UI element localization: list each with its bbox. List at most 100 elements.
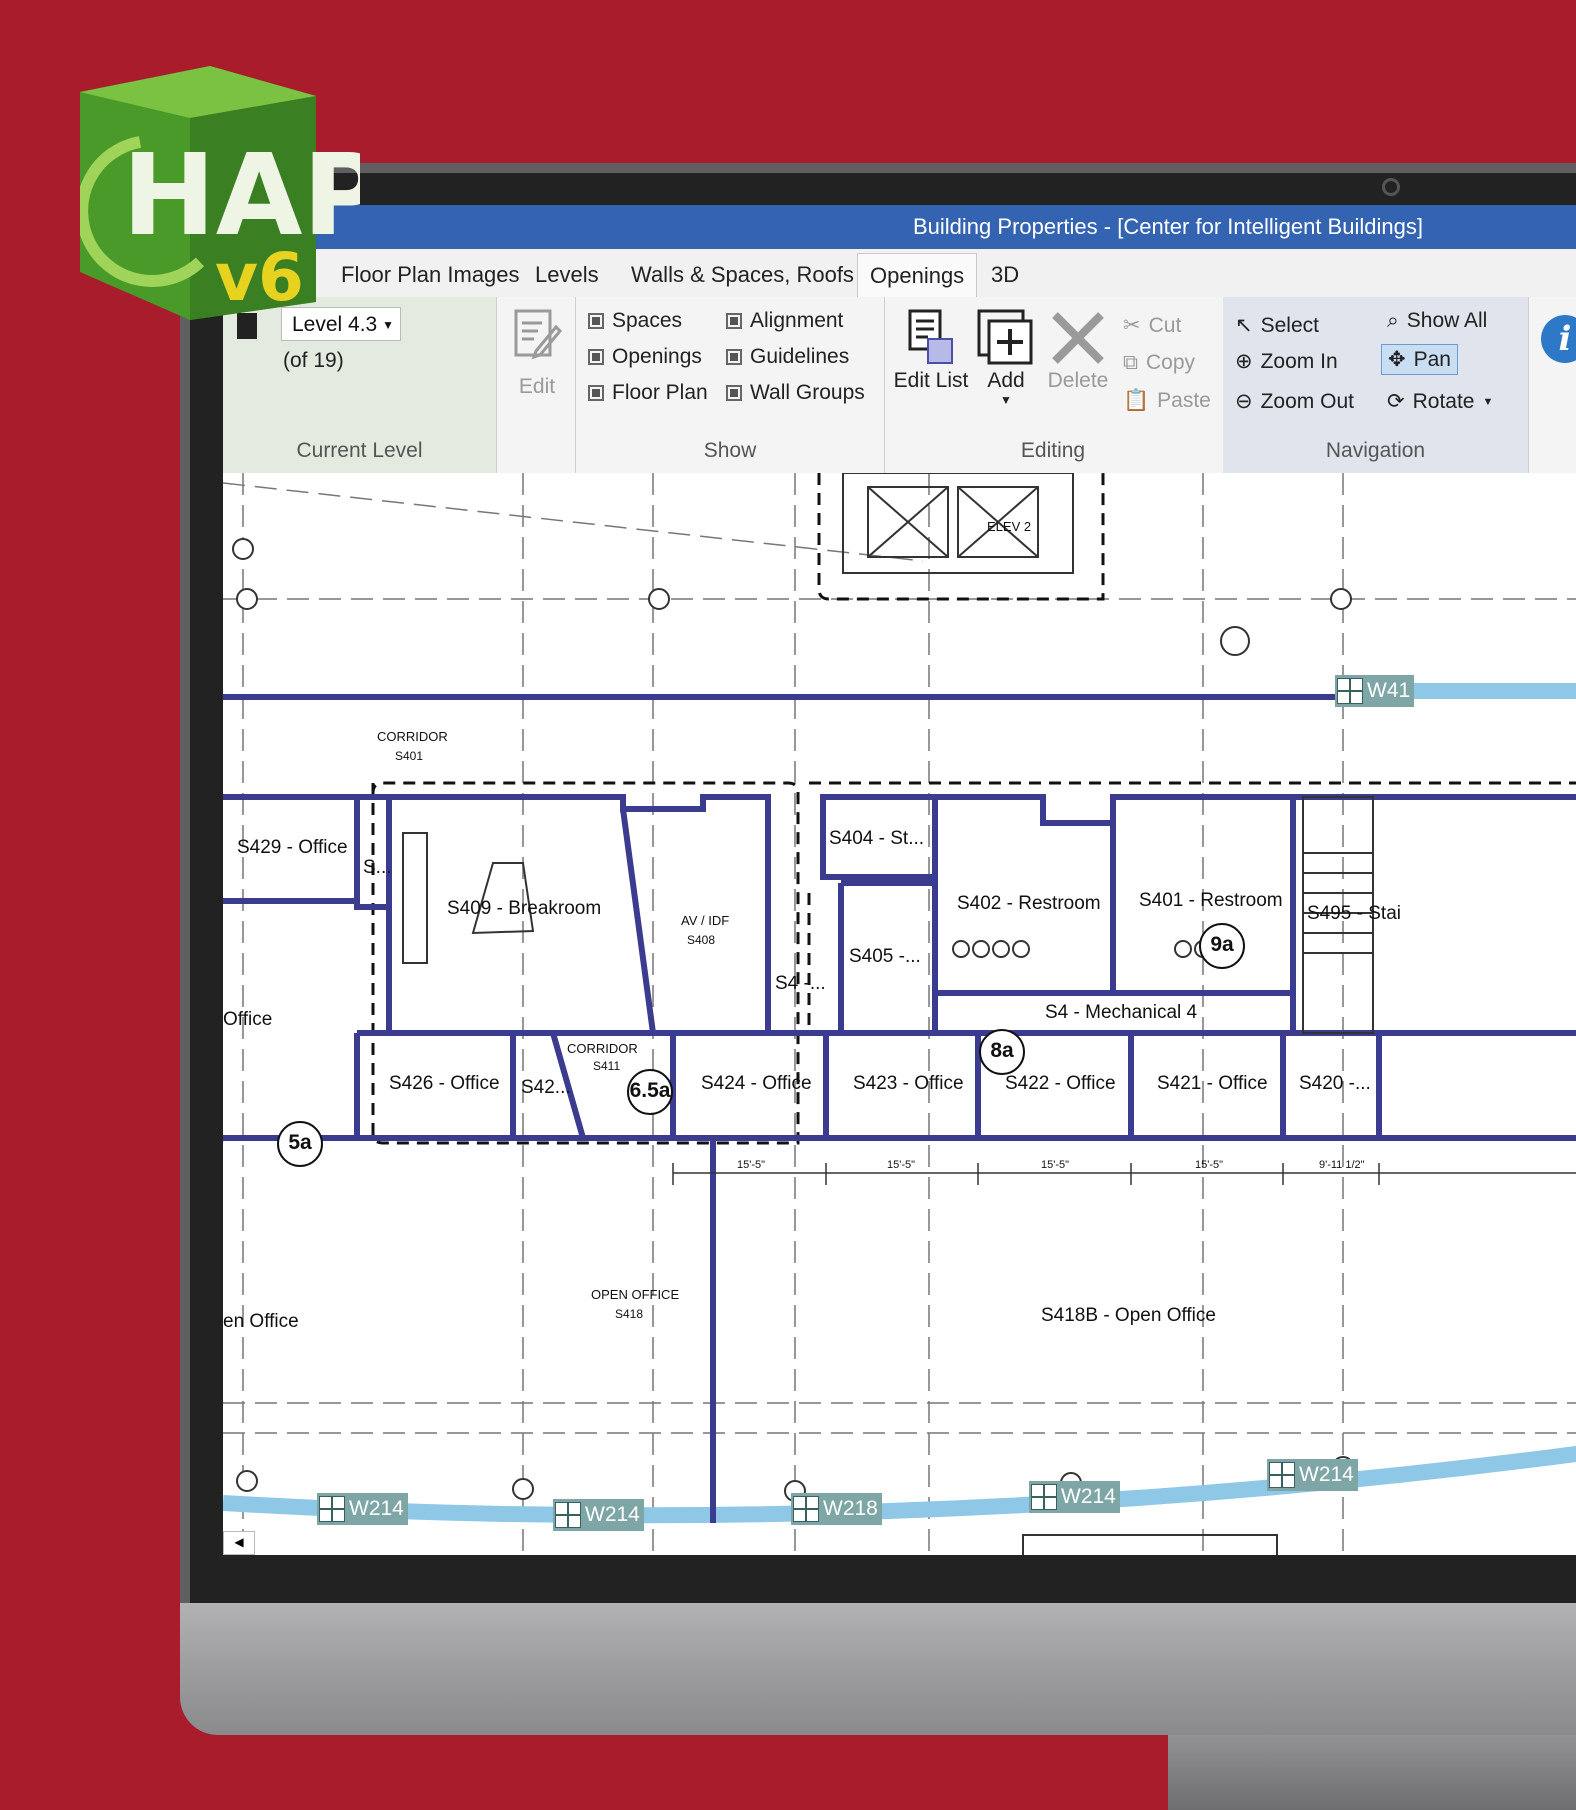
copy-button[interactable]: ⧉ Copy <box>1123 351 1195 375</box>
cad-open-office-label: OPEN OFFICE <box>591 1287 680 1302</box>
room-s401[interactable]: S401 - Restroom <box>1139 890 1283 912</box>
window-label-w218[interactable]: W218 <box>791 1493 882 1525</box>
window-label-w214-2[interactable]: W214 <box>553 1499 644 1531</box>
dimension-2: 15'-5" <box>887 1159 916 1171</box>
window-icon <box>793 1496 819 1522</box>
room-s4-mechanical[interactable]: S4 - Mechanical 4 <box>1045 1002 1197 1024</box>
pointer-icon: ↖ <box>1235 314 1253 337</box>
window-label-text: W214 <box>1299 1463 1354 1486</box>
dimension-4: 15'-5" <box>1195 1159 1224 1171</box>
room-s402[interactable]: S402 - Restroom <box>957 893 1101 915</box>
paste-button[interactable]: 📋 Paste <box>1123 389 1211 413</box>
show-alignment-label: Alignment <box>750 309 844 332</box>
floor-plan-canvas[interactable]: S429 - Office S... S409 - Breakroom S404… <box>223 473 1576 1555</box>
window-label-text: W218 <box>823 1497 878 1520</box>
pan-button[interactable]: ✥ Pan <box>1381 344 1458 375</box>
room-s404[interactable]: S404 - St... <box>829 828 924 850</box>
edit-button[interactable]: Edit <box>506 307 568 399</box>
edit-list-label: Edit List <box>893 369 969 392</box>
delete-icon <box>1052 312 1104 364</box>
edit-list-button[interactable]: Edit List <box>893 307 969 393</box>
tab-levels[interactable]: Levels <box>523 259 611 295</box>
window-label-w214-1[interactable]: W214 <box>317 1493 408 1525</box>
group-current-level: Level 4.3 ▼ (of 19) Current Level <box>223 297 497 473</box>
room-office-left[interactable]: Office <box>223 1009 272 1031</box>
room-s409[interactable]: S409 - Breakroom <box>447 898 601 920</box>
chevron-down-icon: ▼ <box>382 318 394 332</box>
room-s429[interactable]: S429 - Office <box>237 837 348 859</box>
show-floor-plan-checkbox[interactable]: Floor Plan <box>588 381 708 405</box>
room-s422[interactable]: S422 - Office <box>1005 1073 1116 1095</box>
info-icon[interactable]: i <box>1541 315 1576 363</box>
show-all-button[interactable]: ⌕ Show All <box>1387 309 1487 333</box>
monitor-chin <box>180 1580 1576 1735</box>
window-titlebar: Building Properties - [Center for Intell… <box>223 205 1576 249</box>
room-s405[interactable]: S405 -... <box>849 946 921 968</box>
group-label-editing: Editing <box>1020 439 1086 462</box>
cut-label: Cut <box>1148 313 1182 337</box>
show-openings-checkbox[interactable]: Openings <box>588 345 702 369</box>
app-screen: Building Properties - [Center for Intell… <box>223 205 1576 1555</box>
select-button[interactable]: ↖ Select <box>1235 313 1319 338</box>
show-spaces-label: Spaces <box>612 309 683 332</box>
logo-version: v6 <box>215 239 304 316</box>
cad-corridor-number: S401 <box>395 749 424 763</box>
room-s426[interactable]: S426 - Office <box>389 1073 500 1095</box>
window-label-text: W214 <box>349 1497 404 1520</box>
show-guidelines-checkbox[interactable]: Guidelines <box>726 345 849 369</box>
zoom-out-button[interactable]: ⊖ Zoom Out <box>1235 389 1354 414</box>
room-s424[interactable]: S424 - Office <box>701 1073 812 1095</box>
tag-8a[interactable]: 8a <box>979 1029 1025 1075</box>
room-s420[interactable]: S420 -... <box>1299 1073 1371 1095</box>
show-wall-groups-checkbox[interactable]: Wall Groups <box>726 381 865 405</box>
scissors-icon: ✂ <box>1123 314 1141 337</box>
add-label: Add <box>987 369 1025 392</box>
tag-9a[interactable]: 9a <box>1199 923 1245 969</box>
dimension-3: 15'-5" <box>1041 1159 1070 1171</box>
tab-openings[interactable]: Openings <box>857 253 978 298</box>
rotate-button[interactable]: ⟳ Rotate ▼ <box>1387 389 1493 414</box>
add-button[interactable]: Add ▼ <box>975 307 1037 407</box>
tab-walls-spaces-roofs[interactable]: Walls & Spaces, Roofs <box>619 259 866 295</box>
room-s495[interactable]: S495 - Stai <box>1307 903 1401 925</box>
dimension-1: 15'-5" <box>737 1159 766 1171</box>
room-s418b[interactable]: S418B - Open Office <box>1041 1305 1216 1327</box>
show-spaces-checkbox[interactable]: Spaces <box>588 309 682 333</box>
tag-6-5a[interactable]: 6.5a <box>627 1069 673 1115</box>
add-icon <box>977 309 1033 365</box>
cad-av-idf-label: AV / IDF <box>681 913 730 928</box>
room-s421[interactable]: S421 - Office <box>1157 1073 1268 1095</box>
floor-plan-drawing <box>223 473 1576 1555</box>
cad-corridor2-number: S411 <box>593 1059 621 1073</box>
tab-3d[interactable]: 3D <box>979 259 1031 295</box>
window-label-text: W214 <box>585 1503 640 1526</box>
show-wall-groups-label: Wall Groups <box>750 381 865 404</box>
window-label-text: W41 <box>1367 679 1411 702</box>
group-editing: Edit List Add ▼ Delete ✂ Cut ⧉ Copy 📋 Pa… <box>883 297 1224 473</box>
room-s42x[interactable]: S42... <box>521 1077 571 1099</box>
tag-5a[interactable]: 5a <box>277 1121 323 1167</box>
delete-button[interactable]: Delete <box>1043 307 1113 393</box>
select-label: Select <box>1260 313 1319 337</box>
ribbon: Level 4.3 ▼ (of 19) Current Level Edit S… <box>223 297 1576 474</box>
window-label-w41[interactable]: W41 <box>1335 675 1415 707</box>
group-show: Spaces Alignment Openings Guidelines Flo… <box>575 297 885 473</box>
room-s4a[interactable]: S4 -... <box>775 973 826 995</box>
add-dropdown-icon: ▼ <box>1000 393 1012 407</box>
room-s-short[interactable]: S... <box>363 857 392 879</box>
zoom-in-button[interactable]: ⊕ Zoom In <box>1235 349 1338 374</box>
scroll-left-arrow-icon[interactable]: ◀ <box>223 1531 255 1555</box>
level-count: (of 19) <box>283 349 344 372</box>
show-alignment-checkbox[interactable]: Alignment <box>726 309 843 333</box>
zoom-in-label: Zoom In <box>1260 349 1338 373</box>
room-open-office-left[interactable]: en Office <box>223 1311 299 1333</box>
group-label-navigation: Navigation <box>1325 439 1426 462</box>
ribbon-tabs: al Floor Plan Images Levels Walls & Spac… <box>223 249 1576 298</box>
window-icon <box>555 1502 581 1528</box>
group-navigation: ↖ Select ⌕ Show All ⊕ Zoom In ✥ Pan ⊖ Zoom Ou… <box>1223 297 1529 473</box>
cut-button[interactable]: ✂ Cut <box>1123 313 1181 338</box>
room-s423[interactable]: S423 - Office <box>853 1073 964 1095</box>
cad-corridor-label: CORRIDOR <box>377 729 448 744</box>
window-label-w214-4[interactable]: W214 <box>1267 1459 1358 1491</box>
window-label-w214-3[interactable]: W214 <box>1029 1481 1120 1513</box>
